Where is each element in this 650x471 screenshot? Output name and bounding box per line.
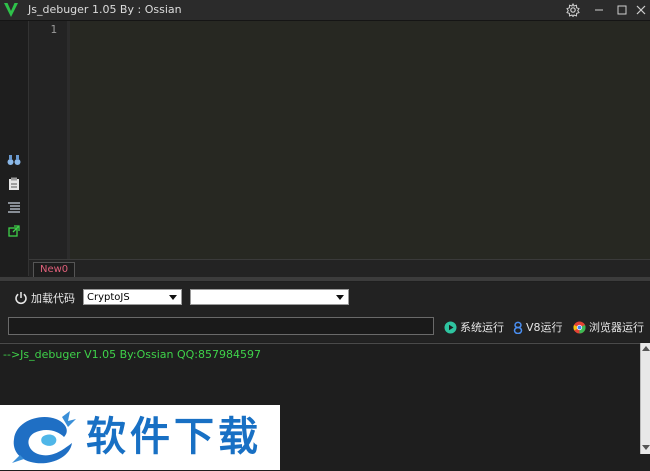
run-toolbar: 系统运行 V8运行 浏览器运行	[0, 312, 650, 342]
close-icon[interactable]	[632, 1, 650, 19]
editor-tab-bar: New0	[29, 259, 650, 278]
command-input[interactable]	[8, 317, 434, 335]
console-line: -->Js_debuger V1.05 By:Ossian QQ:8579845…	[3, 348, 261, 361]
library-select[interactable]: CryptoJS	[83, 289, 182, 305]
chevron-down-icon	[169, 295, 177, 300]
format-lines-icon[interactable]	[6, 200, 22, 216]
line-number-gutter: 1	[29, 21, 67, 259]
tab-new0[interactable]: New0	[33, 262, 76, 278]
system-run-label: 系统运行	[460, 321, 504, 334]
maximize-icon[interactable]	[613, 1, 631, 19]
v8-run-button[interactable]: V8运行	[513, 319, 563, 335]
external-link-icon[interactable]	[6, 223, 22, 239]
binoculars-icon[interactable]	[6, 152, 22, 168]
code-editor[interactable]	[70, 21, 650, 259]
scroll-up-icon[interactable]	[642, 346, 650, 351]
power-icon	[15, 292, 27, 305]
secondary-select[interactable]	[190, 289, 349, 305]
minimize-icon[interactable]	[590, 1, 608, 19]
left-tool-strip	[0, 21, 29, 276]
watermark: 软件下载	[0, 405, 280, 470]
line-number: 1	[50, 23, 57, 36]
library-select-value: CryptoJS	[87, 292, 130, 303]
load-code-label: 加载代码	[31, 292, 75, 305]
chevron-down-icon	[336, 295, 344, 300]
browser-run-button[interactable]: 浏览器运行	[573, 319, 644, 335]
watermark-text: 软件下载	[86, 414, 262, 460]
chrome-icon	[573, 321, 586, 334]
load-toolbar: 加载代码 CryptoJS	[0, 282, 650, 312]
window-title: Js_debuger 1.05 By : Ossian	[28, 3, 182, 16]
play-circle-icon	[444, 321, 457, 333]
system-run-button[interactable]: 系统运行	[444, 319, 504, 335]
dragon-logo-icon	[12, 411, 76, 464]
splitter[interactable]	[0, 277, 650, 281]
clipboard-icon[interactable]	[6, 176, 22, 192]
console-scrollbar[interactable]	[640, 343, 650, 454]
app-logo-icon	[4, 3, 18, 17]
title-bar: Js_debuger 1.05 By : Ossian	[0, 0, 650, 21]
load-code-button[interactable]: 加载代码	[14, 289, 75, 307]
browser-run-label: 浏览器运行	[589, 321, 644, 334]
scroll-down-icon[interactable]	[642, 445, 650, 450]
v8-run-label: V8运行	[526, 321, 563, 334]
settings-gear-icon[interactable]	[564, 1, 582, 19]
v8-logo-icon	[513, 321, 523, 334]
